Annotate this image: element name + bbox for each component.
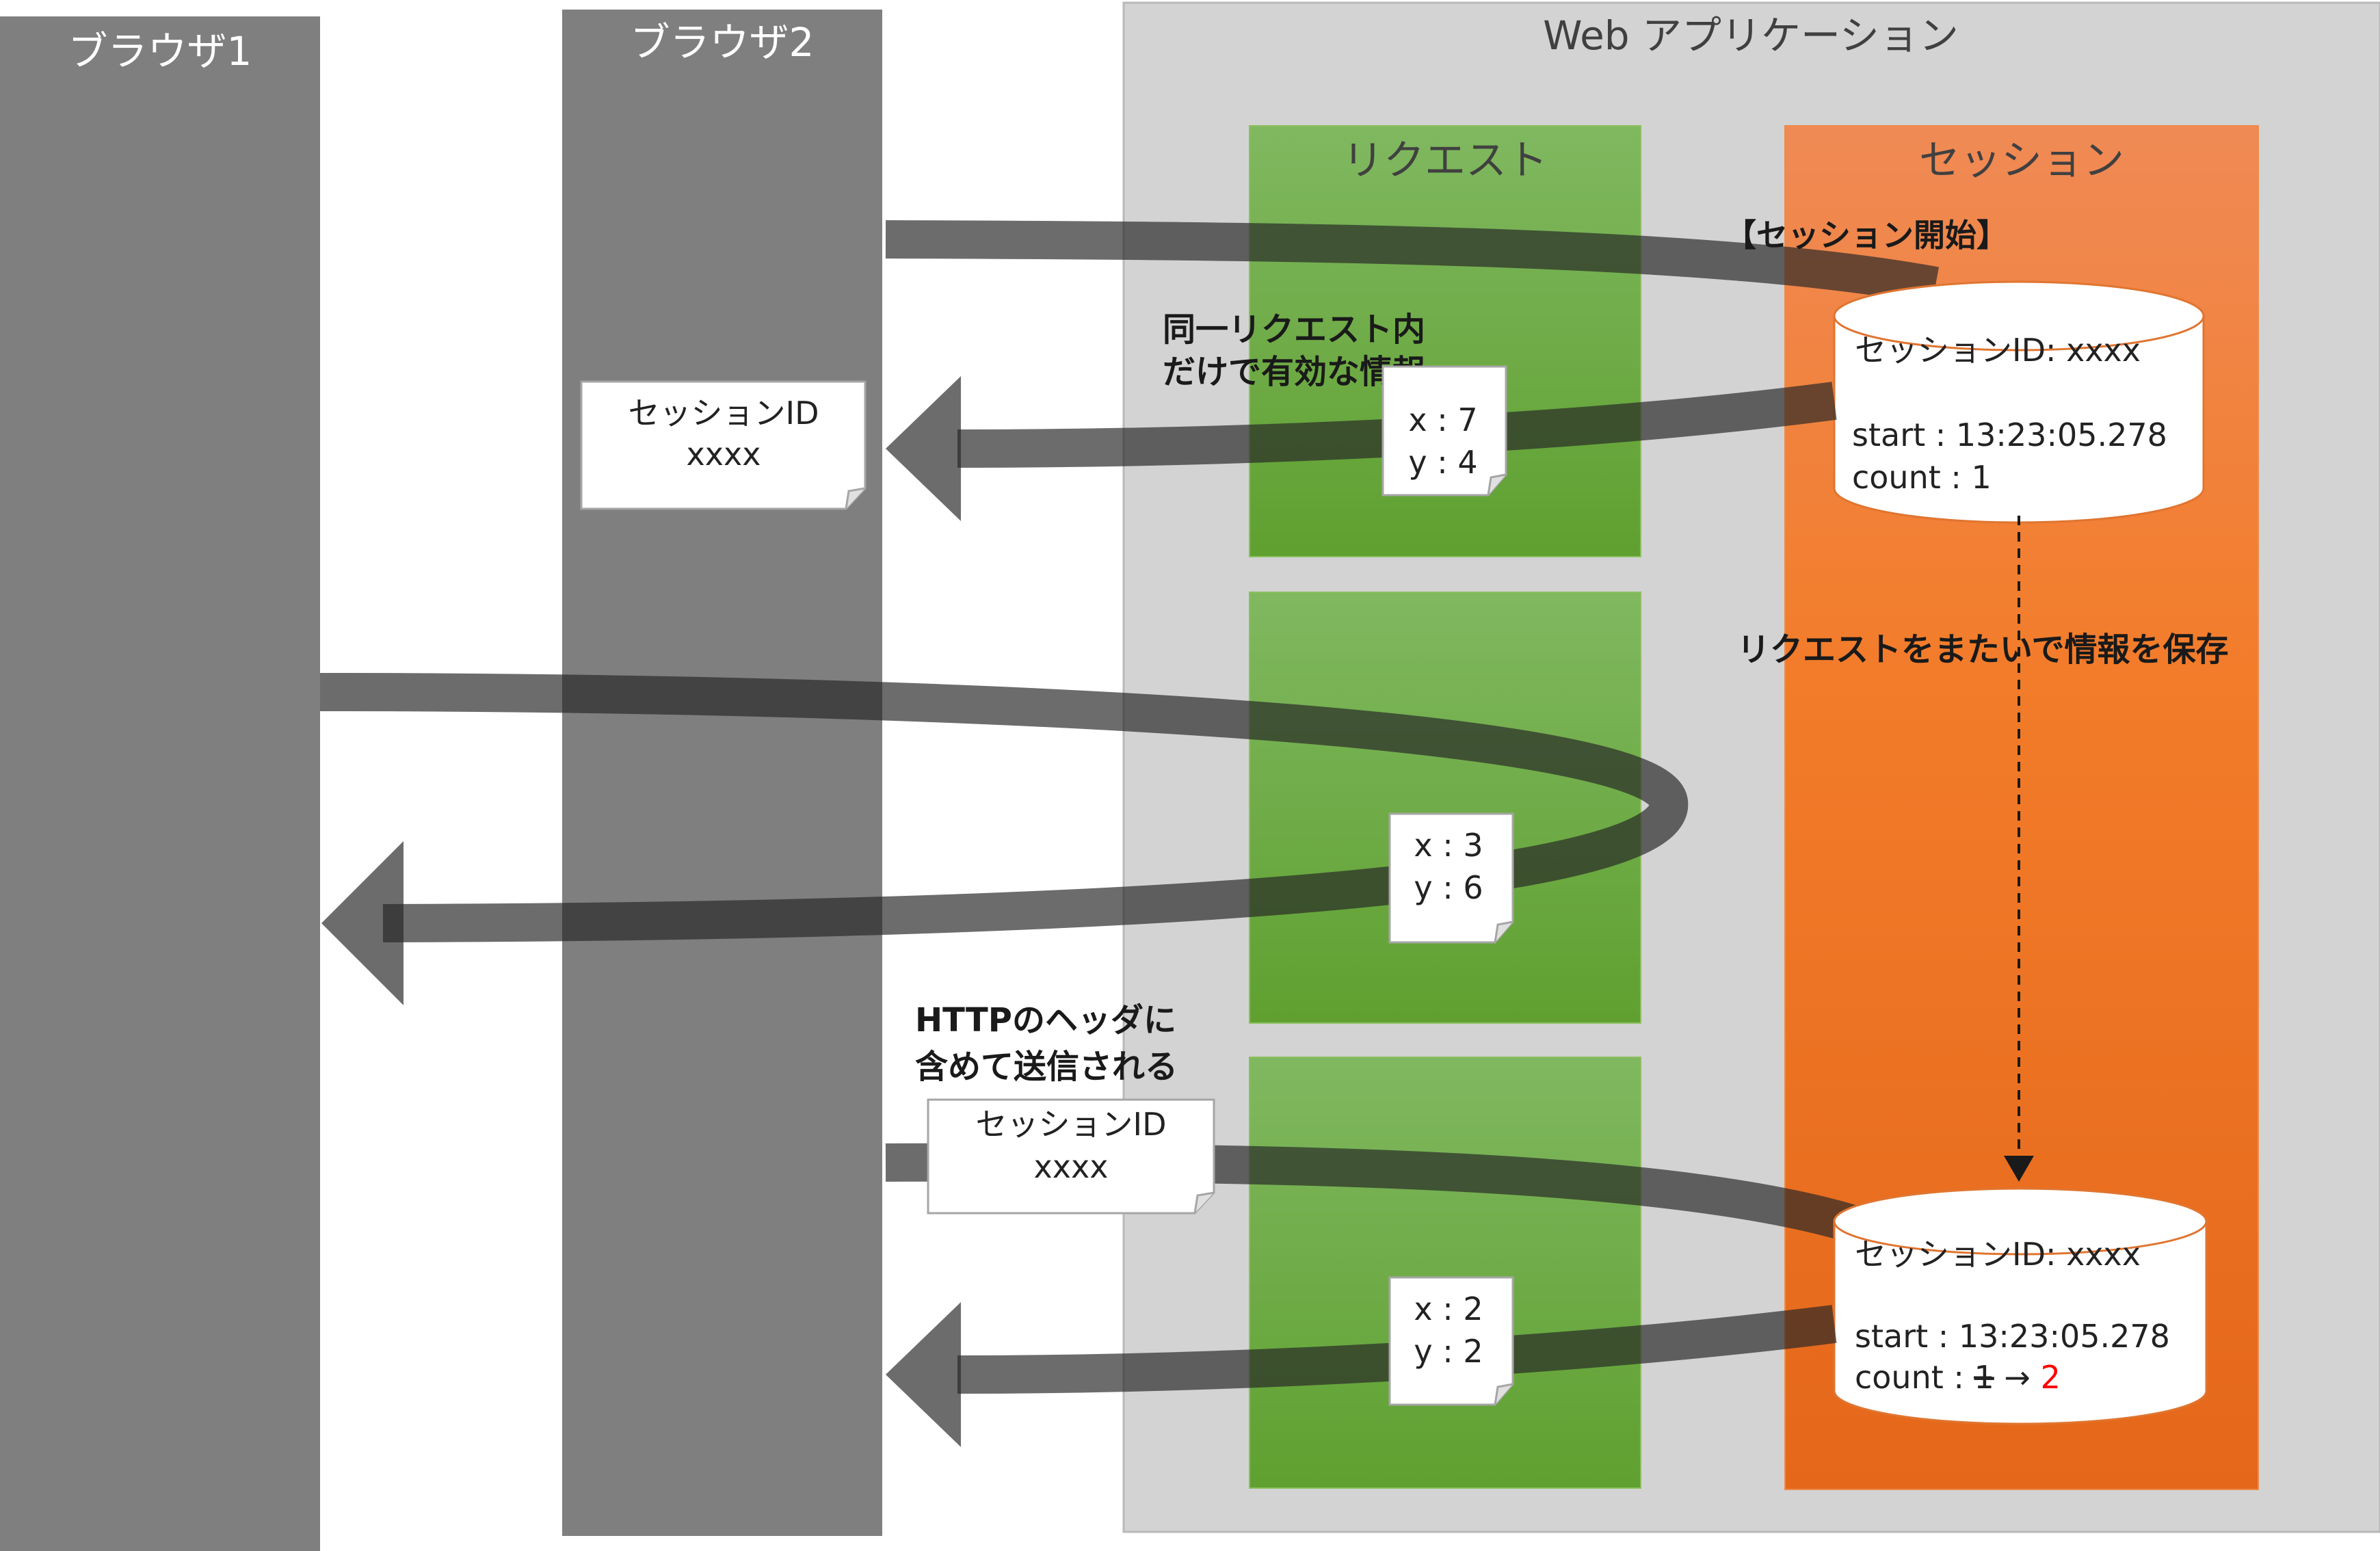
- req2-x: x : 3: [1414, 827, 1483, 864]
- store2-count-new: 2: [2041, 1359, 2061, 1396]
- session-flow-diagram: Web アプリケーション ブラウザ1 ブラウザ2 リクエスト セッション 【セッ…: [0, 1, 2380, 1551]
- note-session-id-request: セッションID xxxx: [927, 1098, 1215, 1215]
- sid-response-value: xxxx: [687, 436, 761, 473]
- note-request-3: x : 2 y : 2: [1388, 1276, 1514, 1406]
- req3-x: x : 2: [1414, 1290, 1483, 1327]
- note-session-id-response: セッションID xxxx: [580, 380, 867, 510]
- note-request-2: x : 3 y : 6: [1388, 812, 1514, 944]
- sid-response-label: セッションID: [629, 395, 819, 432]
- sid-request-value: xxxx: [1034, 1148, 1109, 1185]
- http-header-label-1: HTTPのヘッダに: [915, 1001, 1176, 1039]
- session-store-2: セッションID: xxxx start : 13:23:05.278 count…: [1833, 1187, 2208, 1425]
- req3-y: y : 2: [1414, 1333, 1483, 1370]
- across-requests-label: リクエストをまたいで情報を保存: [1737, 631, 2229, 669]
- browser1-lane: [0, 16, 320, 1551]
- sid-request-label: セッションID: [976, 1106, 1167, 1143]
- arrowhead-response-1: [886, 376, 961, 521]
- req2-y: y : 6: [1414, 869, 1483, 906]
- store1-count: count : 1: [1852, 459, 1992, 496]
- store2-count-arrow: →: [1994, 1359, 2041, 1396]
- http-header-label-2: 含めて送信される: [915, 1048, 1178, 1086]
- store1-id: セッションID: xxxx: [1855, 332, 2141, 369]
- note-request-1: x : 7 y : 4: [1381, 365, 1507, 496]
- arrowhead-response-2: [886, 1302, 961, 1447]
- request-title: リクエスト: [1343, 137, 1548, 185]
- req1-y: y : 4: [1408, 444, 1477, 481]
- store2-count: count : 1 → 2: [1855, 1359, 2061, 1396]
- store2-count-prefix: count :: [1855, 1359, 1974, 1396]
- session-store-1: セッションID: xxxx start : 13:23:05.278 count…: [1833, 280, 2205, 524]
- session-title: セッション: [1919, 137, 2124, 185]
- browser1-title: ブラウザ1: [68, 28, 252, 75]
- store1-start: start : 13:23:05.278: [1852, 416, 2167, 453]
- webapp-title: Web アプリケーション: [1543, 12, 1959, 59]
- request-box-2: [1249, 592, 1641, 1024]
- store2-start: start : 13:23:05.278: [1855, 1318, 2170, 1355]
- request-box-3: [1249, 1057, 1641, 1489]
- arrowhead-browser1: [321, 841, 404, 1005]
- session-start-label: 【セッション開始】: [1725, 217, 2008, 254]
- browser2-lane: [562, 10, 882, 1536]
- store2-id: セッションID: xxxx: [1855, 1236, 2141, 1273]
- request-scope-label-1: 同一リクエスト内: [1163, 310, 1425, 349]
- req1-x: x : 7: [1408, 401, 1477, 438]
- diagram-canvas: Web アプリケーション ブラウザ1 ブラウザ2 リクエスト セッション 【セッ…: [0, 0, 2380, 1551]
- browser2-title: ブラウザ2: [631, 19, 815, 66]
